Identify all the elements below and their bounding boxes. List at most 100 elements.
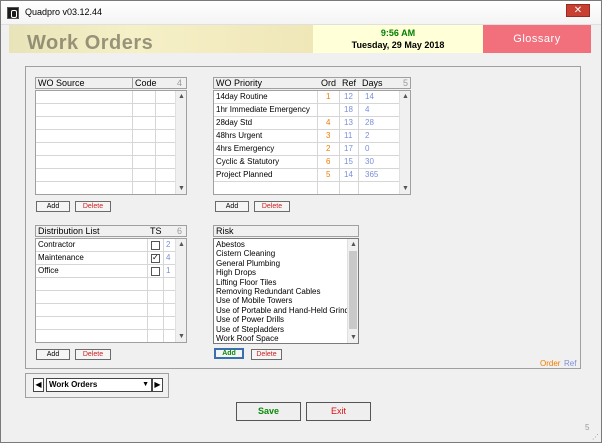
distribution-delete-button[interactable]: Delete xyxy=(75,349,111,360)
priority-ord: 2 xyxy=(326,144,331,153)
resize-grip-icon[interactable]: ⋰ xyxy=(592,433,599,441)
distribution-scrollbar[interactable]: ▲ ▼ xyxy=(175,239,186,342)
priority-ref: 14 xyxy=(344,170,353,179)
wo-source-header: WO Source Code 4 xyxy=(35,77,187,89)
wo-priority-grid[interactable]: 14day Routine 1 12 14 1hr Immediate Emer… xyxy=(213,90,411,195)
list-item[interactable]: Use of Portable and Hand-Held Grind xyxy=(216,306,349,315)
priority-name: 48hrs Urgent xyxy=(216,131,263,140)
distribution-name: Contractor xyxy=(38,240,76,249)
checkbox[interactable] xyxy=(151,267,160,276)
wo-source-delete-button[interactable]: Delete xyxy=(75,201,111,212)
list-item[interactable]: Removing Redundant Cables xyxy=(216,287,349,296)
table-row[interactable]: Maintenance ✓ 4 xyxy=(36,252,176,265)
legend-ref: Ref xyxy=(564,359,577,368)
list-item[interactable]: Work Roof Space xyxy=(216,334,349,343)
priority-days: 2 xyxy=(365,131,370,140)
wo-source-count: 4 xyxy=(177,78,183,88)
priority-name: 14day Routine xyxy=(216,92,268,101)
scroll-up-icon[interactable]: ▲ xyxy=(349,240,358,249)
priority-name: Project Planned xyxy=(216,170,273,179)
priority-days: 4 xyxy=(365,105,370,114)
header-banner: Work Orders xyxy=(9,25,313,53)
priority-days: 0 xyxy=(365,144,370,153)
scroll-up-icon[interactable]: ▲ xyxy=(177,240,186,249)
priority-ref: 18 xyxy=(344,105,353,114)
scroll-thumb[interactable] xyxy=(349,251,357,329)
scroll-down-icon[interactable]: ▼ xyxy=(177,332,186,341)
exit-button[interactable]: Exit xyxy=(306,402,371,421)
ts-column-header: TS xyxy=(150,226,162,236)
distribution-num: 1 xyxy=(166,266,171,275)
wo-source-grid[interactable]: ▲ ▼ xyxy=(35,90,187,195)
page-title: Work Orders xyxy=(27,32,154,53)
table-row[interactable]: Office 1 xyxy=(36,265,176,278)
list-item[interactable]: Use of Mobile Towers xyxy=(216,296,349,305)
distribution-grid[interactable]: Contractor 2 Maintenance ✓ 4 Office 1 ▲ … xyxy=(35,238,187,343)
table-row[interactable]: Cyclic & Statutory 6 15 30 xyxy=(214,156,400,169)
table-row[interactable]: 1hr Immediate Emergency 18 4 xyxy=(214,104,400,117)
scroll-up-icon[interactable]: ▲ xyxy=(401,92,410,101)
list-item[interactable]: Cistern Cleaning xyxy=(216,249,349,258)
nav-prev-icon[interactable]: ◀ xyxy=(33,378,44,392)
wo-priority-scrollbar[interactable]: ▲ ▼ xyxy=(399,91,410,194)
wo-source-add-button[interactable]: Add xyxy=(36,201,70,212)
priority-ord: 4 xyxy=(326,118,331,127)
priority-days: 365 xyxy=(365,170,379,179)
distribution-num: 4 xyxy=(166,253,171,262)
risk-delete-button[interactable]: Delete xyxy=(251,349,282,360)
distribution-count: 6 xyxy=(177,226,183,236)
risk-scrollbar[interactable]: ▲ ▼ xyxy=(347,239,358,343)
priority-name: Cyclic & Statutory xyxy=(216,157,280,166)
list-item[interactable]: General Plumbing xyxy=(216,259,349,268)
ref-column-header: Ref xyxy=(342,78,357,88)
table-row[interactable]: Contractor 2 xyxy=(36,239,176,252)
list-item[interactable]: Use of Power Drills xyxy=(216,315,349,324)
distribution-add-button[interactable]: Add xyxy=(36,349,70,360)
distribution-header: Distribution List TS 6 xyxy=(35,225,187,237)
checkbox-checked[interactable]: ✓ xyxy=(151,253,160,263)
priority-ref: 13 xyxy=(344,118,353,127)
priority-days: 28 xyxy=(365,118,374,127)
distribution-name: Maintenance xyxy=(38,253,84,262)
list-item[interactable]: Abestos xyxy=(216,240,349,249)
nav-selected-label: Work Orders xyxy=(49,380,98,389)
list-item[interactable]: High Drops xyxy=(216,268,349,277)
scroll-down-icon[interactable]: ▼ xyxy=(349,333,358,342)
window-title: Quadpro v03.12.44 xyxy=(25,7,103,17)
risk-add-button[interactable]: Add xyxy=(214,348,244,359)
chevron-down-icon: ▼ xyxy=(142,381,149,388)
risk-title: Risk xyxy=(216,226,234,236)
table-row[interactable]: Project Planned 5 14 365 xyxy=(214,169,400,182)
wo-priority-add-button[interactable]: Add xyxy=(215,201,249,212)
nav-dropdown[interactable]: Work Orders ▼ xyxy=(46,378,152,392)
priority-ref: 12 xyxy=(344,92,353,101)
nav-selector: ◀ Work Orders ▼ ▶ xyxy=(25,373,169,398)
checkbox[interactable] xyxy=(151,241,160,250)
scroll-down-icon[interactable]: ▼ xyxy=(401,184,410,193)
wo-source-scrollbar[interactable]: ▲ ▼ xyxy=(175,91,186,194)
table-row[interactable]: 28day Std 4 13 28 xyxy=(214,117,400,130)
scroll-down-icon[interactable]: ▼ xyxy=(177,184,186,193)
clock-time: 9:56 AM xyxy=(380,28,416,38)
table-row[interactable]: 14day Routine 1 12 14 xyxy=(214,91,400,104)
list-item[interactable]: Use of Stepladders xyxy=(216,325,349,334)
priority-name: 4hrs Emergency xyxy=(216,144,275,153)
clock-panel: 9:56 AM Tuesday, 29 May 2018 xyxy=(313,25,483,53)
priority-ord: 1 xyxy=(326,92,331,101)
ord-column-header: Ord xyxy=(321,78,337,88)
nav-next-icon[interactable]: ▶ xyxy=(152,378,163,392)
list-item[interactable]: Lifting Floor Tiles xyxy=(216,278,349,287)
glossary-button[interactable]: Glossary xyxy=(483,25,591,53)
close-icon[interactable]: ✕ xyxy=(566,4,590,17)
wo-source-title: WO Source xyxy=(38,78,85,88)
priority-ord: 3 xyxy=(326,131,331,140)
wo-priority-count: 5 xyxy=(403,78,409,88)
table-row[interactable]: 4hrs Emergency 2 17 0 xyxy=(214,143,400,156)
priority-days: 30 xyxy=(365,157,374,166)
table-row[interactable]: 48hrs Urgent 3 11 2 xyxy=(214,130,400,143)
distribution-title: Distribution List xyxy=(38,226,100,236)
save-button[interactable]: Save xyxy=(236,402,301,421)
scroll-up-icon[interactable]: ▲ xyxy=(177,92,186,101)
wo-priority-delete-button[interactable]: Delete xyxy=(254,201,290,212)
risk-list[interactable]: Abestos Cistern Cleaning General Plumbin… xyxy=(213,238,359,344)
